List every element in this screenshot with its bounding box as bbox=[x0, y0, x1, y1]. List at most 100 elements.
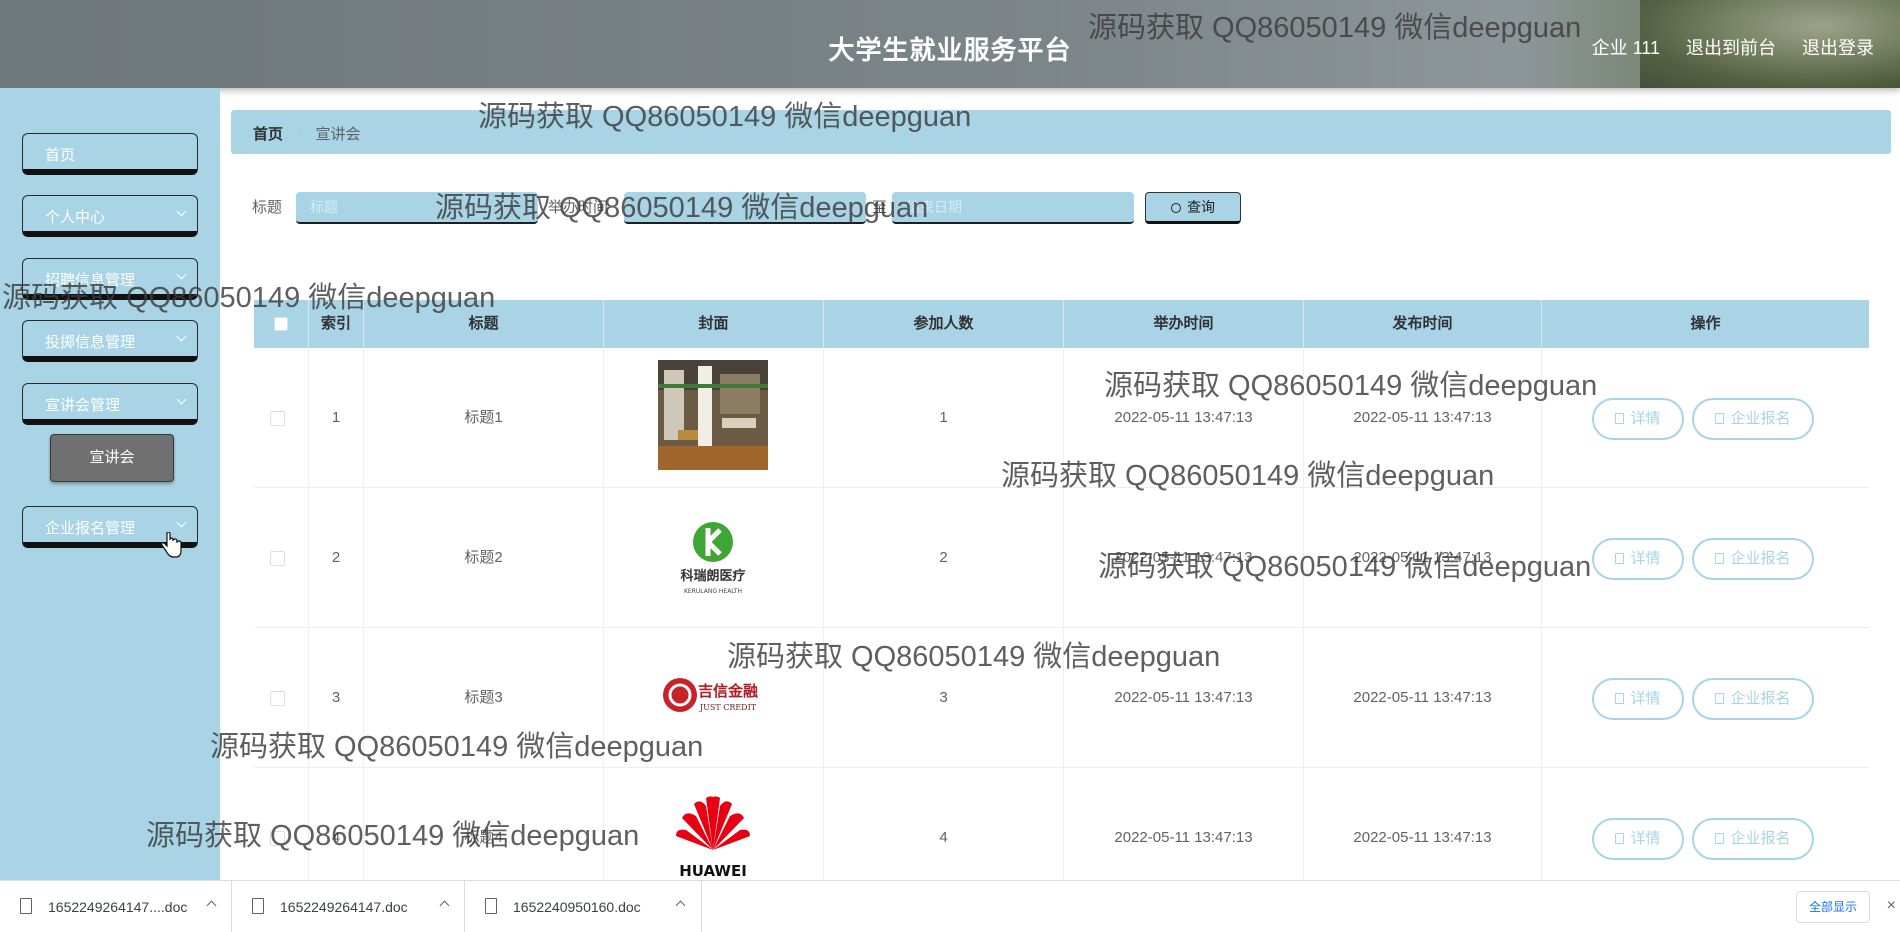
participants-cell: 4 bbox=[824, 768, 1064, 880]
table-row: 1 标题1 1 2022-05-11 13:47:13 2022-05-11 1… bbox=[254, 348, 1869, 488]
submenu-item-seminar[interactable]: 宣讲会 bbox=[50, 434, 174, 482]
logo-text: HUAWEI bbox=[679, 862, 747, 880]
publish-time-cell: 2022-05-11 13:47:13 bbox=[1304, 488, 1542, 628]
detail-button-label: 详情 bbox=[1630, 690, 1661, 707]
logo-text: 科瑞朗医疗 bbox=[680, 568, 745, 584]
document-icon bbox=[1715, 413, 1725, 424]
enroll-button[interactable]: 企业报名 bbox=[1692, 538, 1814, 580]
sidebar-item-home[interactable]: 首页 bbox=[22, 133, 198, 175]
row-checkbox[interactable] bbox=[270, 691, 285, 706]
column-header-participants: 参加人数 bbox=[824, 300, 1064, 348]
document-icon bbox=[1615, 833, 1625, 844]
cover-image-venue-photo[interactable] bbox=[658, 360, 768, 470]
download-item[interactable]: 1652249264147....doc bbox=[0, 881, 232, 932]
hand-cursor-icon bbox=[161, 532, 182, 558]
participants-cell: 3 bbox=[824, 628, 1064, 768]
row-checkbox[interactable] bbox=[270, 551, 285, 566]
logo-text: 吉信金融 bbox=[698, 682, 758, 700]
show-all-downloads-button[interactable]: 全部显示 bbox=[1795, 891, 1870, 923]
detail-button-label: 详情 bbox=[1630, 550, 1661, 567]
document-icon bbox=[1715, 833, 1725, 844]
participants-cell: 1 bbox=[824, 348, 1064, 488]
search-button[interactable]: 查询 bbox=[1145, 192, 1241, 224]
header-links: 企业 111 退出到前台 退出登录 bbox=[1592, 34, 1874, 60]
sidebar-item-applications[interactable]: 投掷信息管理 bbox=[22, 320, 198, 362]
title-cell: 标题3 bbox=[364, 628, 604, 768]
row-select-cell bbox=[254, 348, 309, 488]
document-icon bbox=[1715, 553, 1725, 564]
cover-image-huawei-logo[interactable]: HUAWEI bbox=[658, 780, 768, 880]
index-cell: 1 bbox=[309, 348, 364, 488]
enroll-button[interactable]: 企业报名 bbox=[1692, 398, 1814, 440]
participants-cell: 2 bbox=[824, 488, 1064, 628]
cover-image-kerulang-logo[interactable]: 科瑞朗医疗 KERULANG HEALTH bbox=[658, 500, 768, 610]
actions-cell: 详情 企业报名 bbox=[1542, 768, 1869, 880]
column-header-cover: 封面 bbox=[604, 300, 824, 348]
publish-time-cell: 2022-05-11 13:47:13 bbox=[1304, 628, 1542, 768]
detail-button-label: 详情 bbox=[1630, 830, 1661, 847]
row-checkbox[interactable] bbox=[270, 831, 285, 846]
enroll-button[interactable]: 企业报名 bbox=[1692, 818, 1814, 860]
hold-time-end-input[interactable] bbox=[892, 192, 1134, 224]
title-search-input[interactable] bbox=[296, 192, 538, 224]
sidebar: 首页 个人中心 招聘信息管理 投掷信息管理 宣讲会管理 宣讲会 企业报名管理 bbox=[0, 88, 220, 880]
title-cell: 标题4 bbox=[364, 768, 604, 880]
hold-time-cell: 2022-05-11 13:47:13 bbox=[1064, 628, 1304, 768]
actions-cell: 详情 企业报名 bbox=[1542, 628, 1869, 768]
sidebar-item-seminar-management[interactable]: 宣讲会管理 bbox=[22, 383, 198, 425]
chevron-up-icon[interactable] bbox=[675, 900, 686, 911]
downloads-bar: 1652249264147....doc 1652249264147.doc 1… bbox=[0, 880, 1900, 932]
top-header: 大学生就业服务平台 企业 111 退出到前台 退出登录 bbox=[0, 0, 1900, 88]
document-icon bbox=[1615, 413, 1625, 424]
chevron-up-icon[interactable] bbox=[439, 900, 450, 911]
sidebar-item-label: 投掷信息管理 bbox=[45, 334, 136, 351]
index-cell: 4 bbox=[309, 768, 364, 880]
breadcrumb-home[interactable]: 首页 bbox=[253, 126, 283, 143]
document-icon bbox=[1615, 693, 1625, 704]
close-icon[interactable]: × bbox=[1887, 897, 1896, 915]
date-range-to-label: 至 bbox=[872, 199, 888, 216]
download-filename: 1652249264147....doc bbox=[48, 899, 188, 915]
row-select-cell bbox=[254, 488, 309, 628]
breadcrumb-current: 宣讲会 bbox=[315, 126, 361, 143]
row-select-cell bbox=[254, 768, 309, 880]
select-all-checkbox[interactable] bbox=[274, 317, 288, 331]
back-to-frontend-link[interactable]: 退出到前台 bbox=[1686, 34, 1776, 60]
enroll-button[interactable]: 企业报名 bbox=[1692, 678, 1814, 720]
enroll-button-label: 企业报名 bbox=[1730, 690, 1791, 707]
logo-text: JUST CREDIT bbox=[699, 703, 757, 712]
sidebar-item-recruitment[interactable]: 招聘信息管理 bbox=[22, 258, 198, 300]
detail-button[interactable]: 详情 bbox=[1592, 818, 1684, 860]
search-button-label: 查询 bbox=[1187, 199, 1215, 215]
breadcrumb: 首页 / 宣讲会 bbox=[231, 110, 1891, 154]
publish-time-cell: 2022-05-11 13:47:13 bbox=[1304, 768, 1542, 880]
sidebar-item-personal-center[interactable]: 个人中心 bbox=[22, 195, 198, 237]
chevron-down-icon bbox=[176, 269, 187, 280]
column-header-title: 标题 bbox=[364, 300, 604, 348]
logout-link[interactable]: 退出登录 bbox=[1802, 34, 1874, 60]
hold-time-cell: 2022-05-11 13:47:13 bbox=[1064, 348, 1304, 488]
table-header: 索引 标题 封面 参加人数 举办时间 发布时间 操作 bbox=[254, 300, 1869, 348]
column-header-hold-time: 举办时间 bbox=[1064, 300, 1304, 348]
sidebar-item-label: 个人中心 bbox=[45, 209, 106, 226]
cover-image-just-credit-logo[interactable]: 吉信金融 JUST CREDIT bbox=[658, 640, 768, 750]
detail-button[interactable]: 详情 bbox=[1592, 398, 1684, 440]
row-checkbox[interactable] bbox=[270, 411, 285, 426]
download-item[interactable]: 1652240950160.doc bbox=[465, 881, 702, 932]
file-icon bbox=[485, 898, 497, 914]
hold-time-start-input[interactable] bbox=[624, 192, 866, 224]
sidebar-item-label: 首页 bbox=[45, 147, 76, 164]
download-item[interactable]: 1652249264147.doc bbox=[232, 881, 465, 932]
detail-button[interactable]: 详情 bbox=[1592, 678, 1684, 720]
logo-text: KERULANG HEALTH bbox=[684, 588, 742, 595]
chevron-up-icon[interactable] bbox=[206, 900, 217, 911]
detail-button[interactable]: 详情 bbox=[1592, 538, 1684, 580]
download-filename: 1652249264147.doc bbox=[280, 899, 408, 915]
enroll-button-label: 企业报名 bbox=[1730, 830, 1791, 847]
column-header-actions: 操作 bbox=[1690, 315, 1721, 332]
index-cell: 2 bbox=[309, 488, 364, 628]
detail-button-label: 详情 bbox=[1630, 410, 1661, 427]
current-user-link[interactable]: 企业 111 bbox=[1592, 34, 1660, 60]
title-cell: 标题2 bbox=[364, 488, 604, 628]
chevron-down-icon bbox=[176, 517, 187, 528]
